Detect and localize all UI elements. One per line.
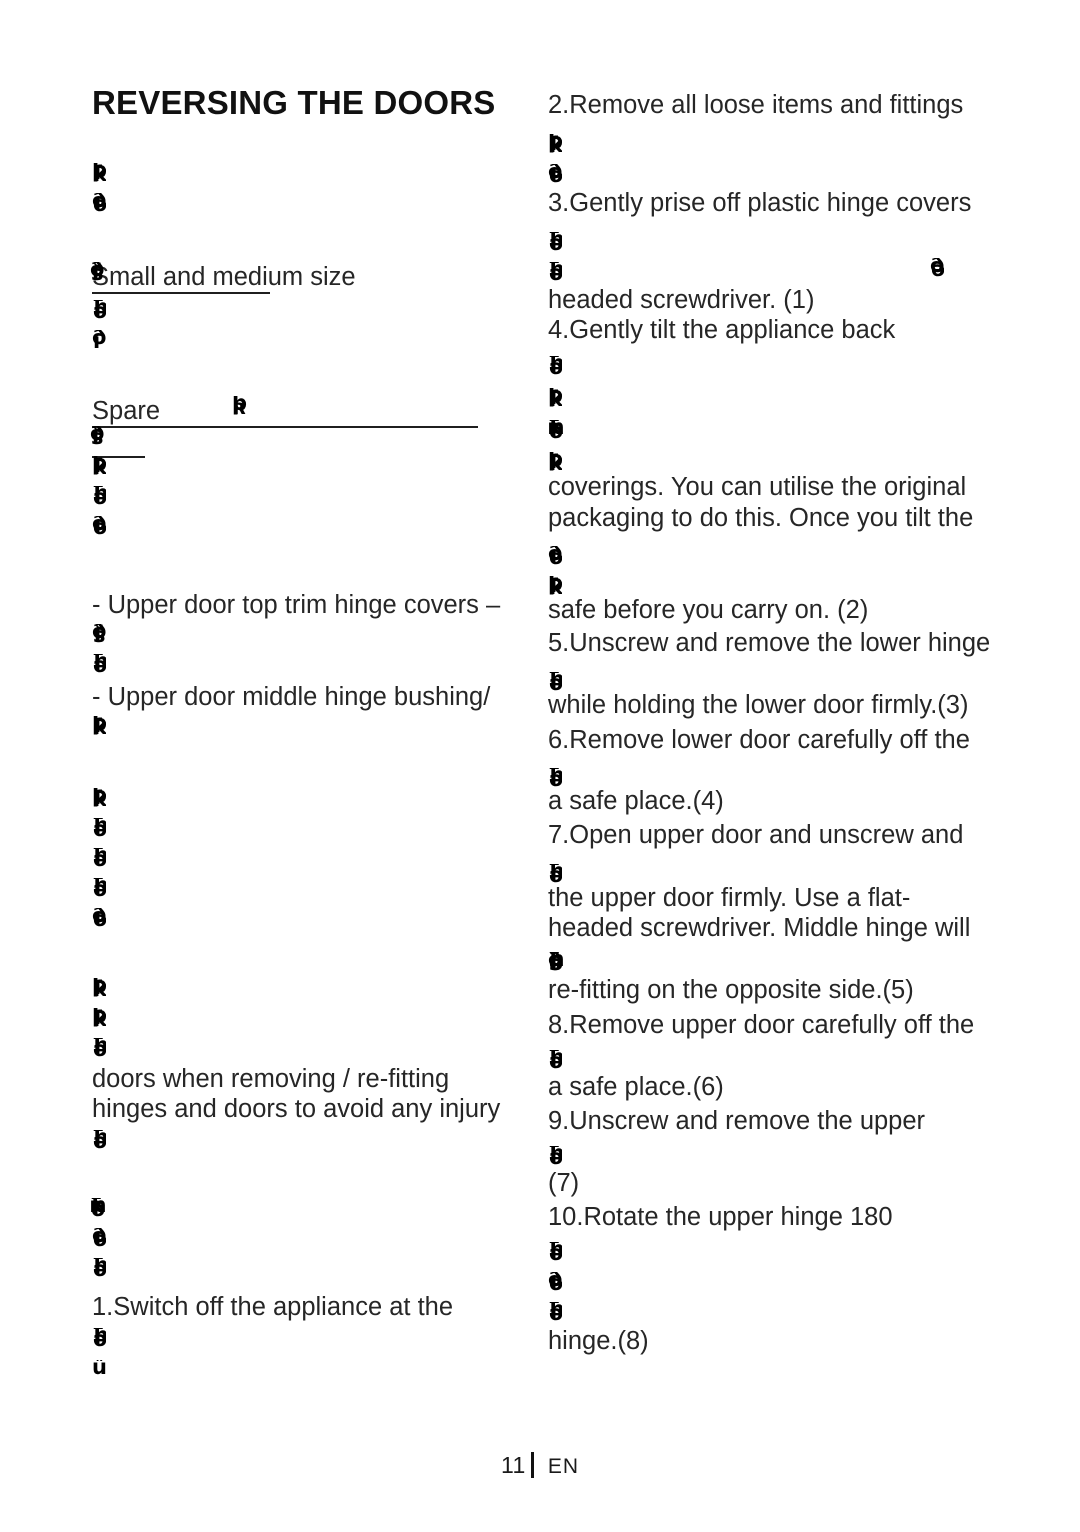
left-column: Small and medium size Spare - Upper door…: [92, 0, 502, 1532]
garbled-glyph-cluster: ħəı: [92, 1258, 106, 1280]
garbled-glyph-cluster: þƙı: [548, 576, 562, 598]
right-column: 2.Remove all loose items and fittings 3.…: [548, 0, 1008, 1532]
step-3-text: 3.Gently prise off plastic hinge covers: [548, 189, 972, 217]
garbled-glyph-cluster: ħəı: [92, 1038, 106, 1060]
heading-small-medium-size: Small and medium size: [92, 263, 356, 291]
garbled-glyph-cluster: þʀ: [232, 396, 248, 418]
garbled-glyph-cluster: þƙı: [92, 716, 106, 738]
step-6-text: 6.Remove lower door carefully off the: [548, 726, 970, 754]
garbled-glyph-cluster: ħəı: [92, 878, 106, 900]
garbled-glyph-cluster: ðšı: [90, 262, 105, 284]
step-8-text: 8.Remove upper door carefully off the: [548, 1011, 975, 1039]
garbled-glyph-cluster: ű: [92, 1360, 106, 1379]
garbled-glyph-cluster: þƙı: [92, 456, 106, 478]
document-page: REVERSING THE DOORS Small and medium siz…: [0, 0, 1080, 1532]
heading-spare-underline: [92, 426, 478, 428]
garbled-glyph-cluster: ðə: [930, 258, 944, 280]
step-7-continuation-1: the upper door firmly. Use a flat-: [548, 884, 911, 912]
step-9-continuation: (7): [548, 1169, 580, 1197]
garbled-glyph-cluster: ħəı: [548, 232, 562, 254]
garbled-glyph-cluster: ðəı: [92, 193, 106, 215]
step-5-text: 5.Unscrew and remove the lower hinge: [548, 629, 991, 657]
garbled-glyph-cluster: þƙı: [548, 388, 562, 410]
garbled-glyph-cluster: ħəı: [92, 1328, 106, 1350]
footer-language-code: EN: [547, 1455, 580, 1478]
heading-spare: Spare: [92, 397, 161, 425]
garbled-glyph-cluster: ħəıðš: [548, 952, 564, 974]
garbled-glyph-cluster: ħəı: [548, 356, 562, 378]
garbled-glyph-cluster: ħəıʀ: [548, 420, 564, 442]
garbled-glyph-cluster: ħəı: [92, 818, 106, 840]
step-4-continuation-1: coverings. You can utilise the original: [548, 473, 967, 501]
garbled-glyph-cluster: ħəı: [548, 864, 562, 886]
garbled-glyph-cluster: þƙı: [548, 134, 562, 156]
garbled-glyph-cluster: ðəı: [92, 516, 106, 538]
step-4-continuation-2: packaging to do this. Once you tilt the: [548, 504, 974, 532]
step-10-continuation: hinge.(8): [548, 1327, 649, 1355]
step-5-continuation: while holding the lower door firmly.(3): [548, 691, 969, 719]
warning-text-line-2: hinges and doors to avoid any injury: [92, 1095, 501, 1123]
bullet-upper-door-top-trim: - Upper door top trim hinge covers –: [92, 591, 501, 619]
step-8-continuation: a safe place.(6): [548, 1073, 724, 1101]
garbled-glyph-cluster: ðšı: [90, 426, 105, 448]
bullet-upper-door-middle-bushing: - Upper door middle hinge bushing/: [92, 683, 491, 711]
garbled-glyph-cluster: þƙı: [92, 163, 106, 185]
step-4-text: 4.Gently tilt the appliance back: [548, 316, 896, 344]
footer-page-number: 11: [500, 1452, 526, 1478]
garbled-glyph-cluster: ħəı: [92, 1130, 106, 1152]
step-7-continuation-3: re-fitting on the opposite side.(5): [548, 976, 914, 1004]
heading-small-medium-underline: [92, 292, 270, 294]
garbled-glyph-cluster: ħəı: [92, 848, 106, 870]
step-2-text: 2.Remove all loose items and fittings: [548, 91, 964, 119]
garbled-glyph-cluster: ħəı: [92, 300, 106, 322]
garbled-glyph-cluster: ħəı: [548, 672, 562, 694]
step-7-text: 7.Open upper door and unscrew and: [548, 821, 964, 849]
garbled-glyph-cluster: ðəı: [92, 908, 106, 930]
garbled-glyph-cluster: ħəı: [548, 1302, 562, 1324]
step-10-text: 10.Rotate the upper hinge 180: [548, 1203, 893, 1231]
garbled-glyph-cluster: ħəı: [92, 654, 106, 676]
step-4-continuation-3: safe before you carry on. (2): [548, 596, 869, 624]
warning-text-line-1: doors when removing / re-fitting: [92, 1065, 450, 1093]
garbled-glyph-cluster: ħəı: [548, 1146, 562, 1168]
garbled-glyph-cluster: ħəı: [548, 1050, 562, 1072]
garbled-glyph-cluster: þƙı: [548, 452, 562, 474]
garbled-glyph-cluster: ðı: [92, 330, 106, 352]
step-7-continuation-2: headed screwdriver. Middle hinge will: [548, 914, 971, 942]
step-9-text: 9.Unscrew and remove the upper: [548, 1107, 926, 1135]
garbled-glyph-cluster: ħəı: [548, 768, 562, 790]
garbled-glyph-cluster: ħəı: [548, 1242, 562, 1264]
garbled-glyph-cluster: ðšı: [92, 624, 106, 646]
step-1-text: 1.Switch off the appliance at the: [92, 1293, 454, 1321]
garbled-glyph-cluster: ðəı: [92, 1228, 106, 1250]
garbled-glyph-cluster: ðəı: [548, 546, 562, 568]
garbled-glyph-cluster: ðəı: [548, 1272, 562, 1294]
garbled-glyph-cluster: þƙı: [92, 1008, 106, 1030]
garbled-glyph-cluster: ħəı: [92, 486, 106, 508]
garbled-glyph-cluster: þƙı: [92, 788, 106, 810]
garbled-glyph-cluster: ħəıʀ: [90, 1198, 106, 1220]
garbled-glyph-cluster: ðəı: [548, 164, 562, 186]
step-6-continuation: a safe place.(4): [548, 787, 724, 815]
page-footer: 11 EN: [0, 1452, 1080, 1479]
garbled-glyph-cluster: þƙı: [92, 978, 106, 1000]
footer-separator-bar: [530, 1452, 534, 1478]
step-3-continuation: headed screwdriver. (1): [548, 286, 815, 314]
garbled-glyph-cluster: ħəı: [548, 262, 562, 284]
